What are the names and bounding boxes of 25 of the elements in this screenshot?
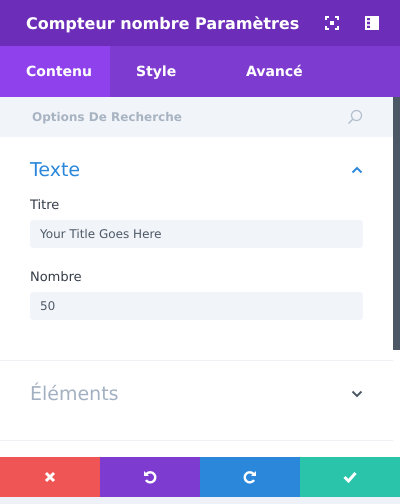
window-title: Compteur nombre Paramètres [26,14,300,32]
search-icon[interactable] [347,109,363,125]
sidebar-icon[interactable] [365,16,380,30]
input-field[interactable]: 50 [30,292,363,320]
search-bar[interactable]: Options De Recherche [0,97,393,137]
chevron-down-icon[interactable] [351,390,363,398]
scrollbar[interactable] [393,97,400,350]
close-icon [44,471,56,483]
check-icon [343,471,357,483]
undo-icon [143,470,157,484]
tab[interactable]: Avancé [220,46,330,97]
tab[interactable]: Style [110,46,220,97]
redo-icon [243,470,257,484]
undo-button[interactable] [100,457,200,497]
save-button[interactable] [300,457,400,497]
field-label: Nombre [30,270,83,285]
field-label: Titre [30,198,60,213]
fullscreen-icon[interactable] [325,16,340,30]
search-field[interactable]: Options De Recherche [30,109,347,125]
redo-button[interactable] [200,457,300,497]
section-title[interactable]: Texte [30,159,80,181]
chevron-up-icon[interactable] [351,166,363,174]
tab[interactable]: Contenu [0,46,110,97]
cancel-button[interactable] [0,457,100,497]
input-field[interactable]: Your Title Goes Here [30,220,363,248]
